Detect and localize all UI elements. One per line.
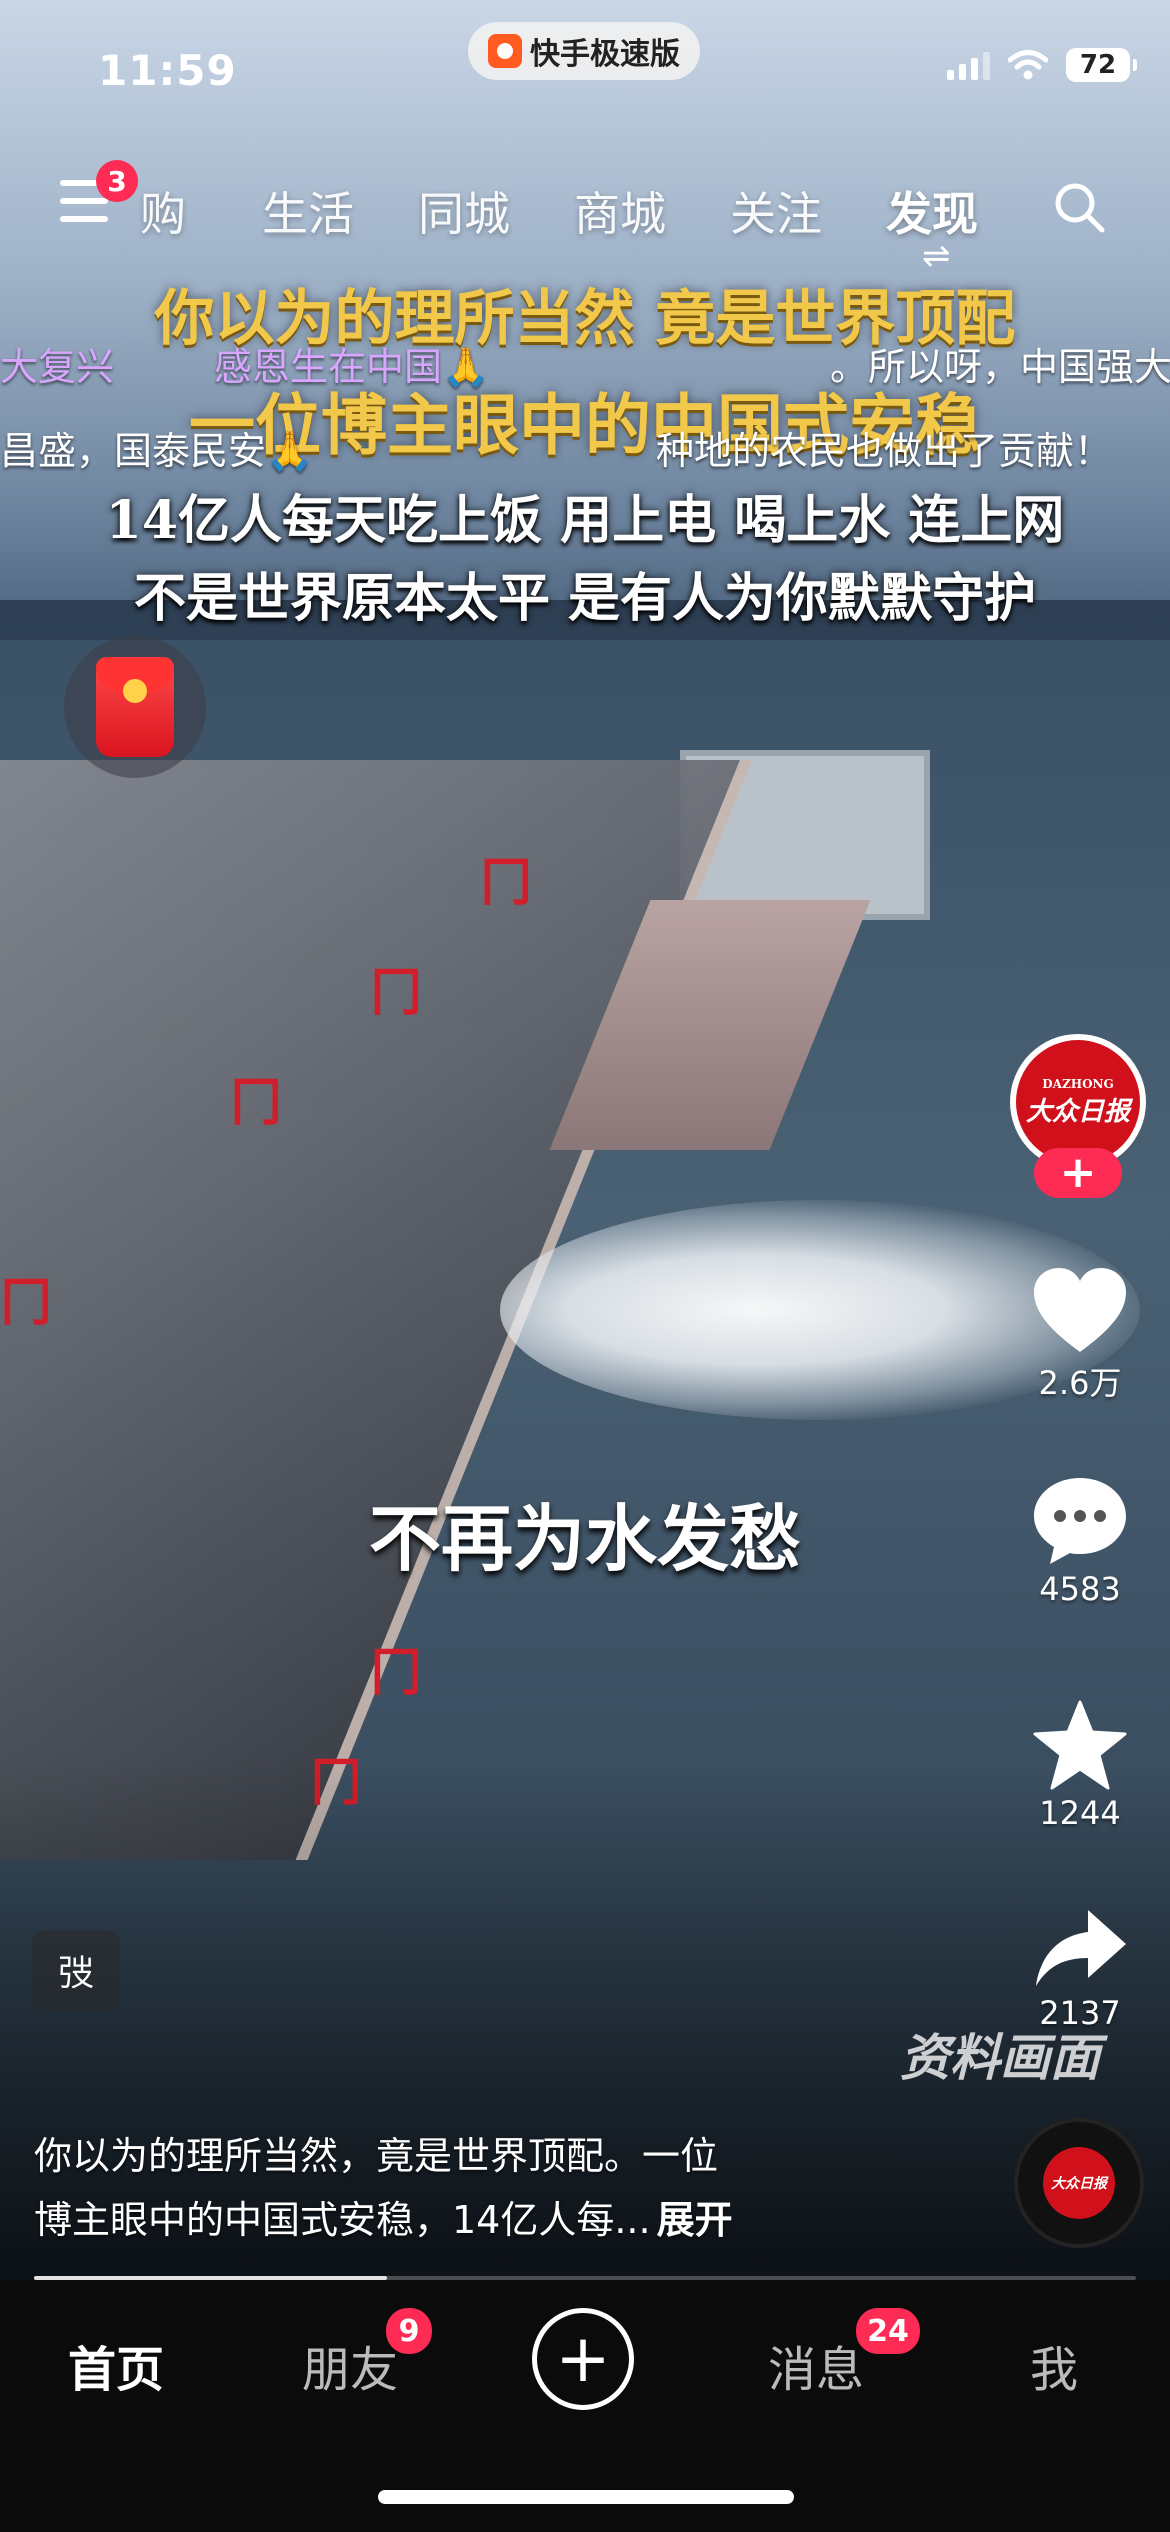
kuaishou-logo-icon [488, 34, 522, 68]
heart-icon [1034, 1268, 1126, 1352]
top-nav-tabs: 购 生活 同城 商城 关注 发现 [140, 178, 1010, 244]
description-line2: 博主眼中的中国式安稳，14亿人每... [34, 2198, 651, 2242]
tab-life[interactable]: 生活 [230, 178, 386, 244]
crane-icon: 冂 [370, 963, 423, 1023]
favorite-count: 1244 [1039, 1794, 1121, 1832]
tab-local[interactable]: 同城 [386, 178, 542, 244]
battery-indicator: 72 [1066, 48, 1137, 82]
crane-icon: 冂 [230, 1073, 283, 1133]
danmu-comment: 感恩生在中国🙏 [214, 345, 490, 389]
follow-button[interactable]: + [1034, 1148, 1122, 1198]
playback-speed-button[interactable]: 弢 [32, 1930, 120, 2010]
app-switch-pill[interactable]: 快手极速版 [468, 22, 700, 80]
friends-badge: 9 [386, 2308, 432, 2354]
danmu-comment: 昌盛，国泰民安🙏 [0, 429, 314, 473]
video-subtitle: 不再为水发愁 [368, 1497, 801, 1581]
avatar-logo-text: 大众日报 [1025, 1096, 1130, 1127]
status-icons: 72 [947, 48, 1137, 82]
favorite-button[interactable]: 1244 [1020, 1700, 1140, 1832]
app-pill-label: 快手极速版 [530, 37, 680, 72]
status-time: 11:59 [98, 46, 237, 95]
dazhong-logo: DAZHONG 大众日报 [1016, 1040, 1140, 1164]
comment-button[interactable]: 4583 [1020, 1476, 1140, 1608]
danmu-comment: 。所以呀，中国强大 [830, 345, 1170, 389]
share-button[interactable]: 2137 [1020, 1906, 1140, 2032]
comment-count: 4583 [1039, 1570, 1121, 1608]
crane-icon: 冂 [370, 1643, 423, 1703]
wifi-icon [1008, 50, 1048, 80]
share-arrow-icon [1036, 1910, 1126, 1986]
tab-home[interactable]: 首页 [68, 2330, 164, 2400]
tab-messages[interactable]: 消息 [768, 2330, 864, 2400]
tab-friends[interactable]: 朋友 [302, 2330, 398, 2400]
expand-link[interactable]: 展开 [657, 2198, 733, 2242]
comment-icon [1034, 1478, 1126, 1564]
description-line1: 你以为的理所当然，竟是世界顶配。一位 [34, 2134, 719, 2178]
video-caption-line3: 14亿人每天吃上饭 用上电 喝上水 连上网 [105, 490, 1065, 551]
tab-mall[interactable]: 商城 [542, 178, 698, 244]
avatar-logo-small-text: DAZHONG [1042, 1076, 1114, 1091]
red-packet-button[interactable] [64, 636, 206, 778]
crane-icon: 冂 [0, 1273, 53, 1333]
video-caption-line4: 不是世界原本太平 是有人为你默默守护 [133, 568, 1037, 629]
video-description[interactable]: 你以为的理所当然，竟是世界顶配。一位 博主眼中的中国式安稳，14亿人每... 展开 [34, 2124, 854, 2252]
tab-shopping[interactable]: 购 [140, 178, 230, 244]
tab-me[interactable]: 我 [1030, 2330, 1078, 2400]
music-disc-logo: 大众日报 [1043, 2147, 1115, 2219]
search-icon[interactable] [1052, 180, 1106, 234]
menu-badge: 3 [96, 160, 138, 202]
music-disc-button[interactable]: 大众日报 [1014, 2118, 1144, 2248]
danmu-comment: 大复兴 [0, 345, 115, 389]
create-post-button[interactable]: + [532, 2308, 634, 2410]
like-button[interactable]: 2.6万 [1020, 1268, 1140, 1404]
tab-following[interactable]: 关注 [698, 178, 854, 244]
like-count: 2.6万 [1038, 1364, 1122, 1402]
star-icon [1033, 1700, 1127, 1790]
red-envelope-icon [96, 657, 174, 757]
cellular-signal-icon [947, 50, 990, 80]
share-count: 2137 [1039, 1994, 1121, 2032]
crane-icon: 冂 [480, 853, 533, 913]
danmu-comment: 种地的农民也做出了贡献！ [656, 429, 1113, 473]
messages-badge: 24 [856, 2308, 920, 2354]
home-indicator[interactable] [378, 2490, 794, 2504]
tab-discover[interactable]: 发现 [854, 178, 1010, 244]
